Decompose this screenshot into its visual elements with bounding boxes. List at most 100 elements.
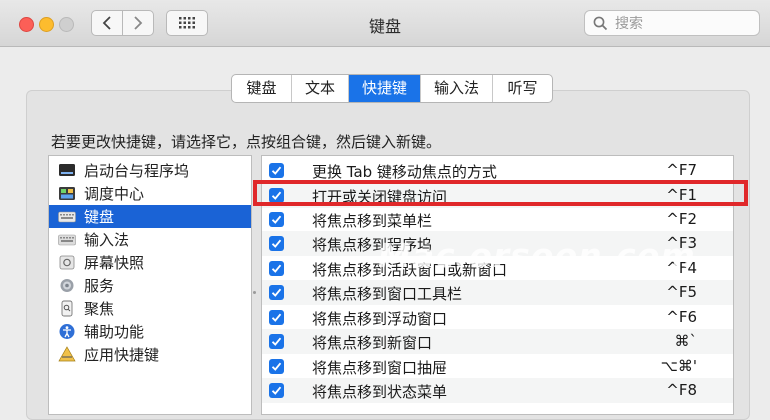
- category-keyboard[interactable]: 键盘: [49, 205, 251, 228]
- shortcut-label: 打开或关闭键盘访问: [312, 188, 448, 206]
- shortcut-key[interactable]: ⌘`: [675, 332, 698, 350]
- table-row[interactable]: 将焦点移到状态菜单 ^F8: [262, 378, 733, 403]
- shortcut-category-list[interactable]: 启动台与程序坞 调度中心 键盘 输入法 屏幕快照 服务 聚焦 辅助功能 应用快捷…: [48, 155, 252, 415]
- category-services[interactable]: 服务: [49, 274, 251, 297]
- checkmark-icon: [271, 288, 282, 297]
- category-label: 键盘: [84, 208, 115, 226]
- shortcut-key[interactable]: ^F3: [666, 234, 697, 252]
- shortcut-label: 将焦点移到菜单栏: [312, 212, 433, 230]
- tab-input-sources[interactable]: 输入法: [421, 75, 493, 102]
- checkmark-icon: [271, 239, 282, 248]
- shortcut-checkbox[interactable]: [269, 359, 284, 374]
- shortcut-label: 将焦点移到程序坞: [312, 236, 433, 254]
- instruction-text: 若要更改快捷键，请选择它，点按组合键，然后键入新键。: [51, 133, 442, 151]
- category-app-shortcuts[interactable]: 应用快捷键: [49, 343, 251, 366]
- checkmark-icon: [271, 215, 282, 224]
- shortcut-label: 将焦点移到状态菜单: [312, 383, 448, 401]
- keyboard-icon: [58, 211, 76, 223]
- shortcut-checkbox[interactable]: [269, 285, 284, 300]
- window-title: 键盘: [368, 17, 401, 36]
- shortcut-checkbox[interactable]: [269, 212, 284, 227]
- launchpad-dock-icon: [59, 164, 75, 176]
- category-mission-control[interactable]: 调度中心: [49, 182, 251, 205]
- forward-button[interactable]: [122, 10, 154, 36]
- shortcut-key[interactable]: ⌥⌘': [661, 357, 697, 375]
- input-sources-icon: [58, 234, 76, 246]
- show-all-button[interactable]: [166, 10, 208, 36]
- category-label: 辅助功能: [84, 323, 145, 341]
- tab-shortcuts[interactable]: 快捷键: [349, 75, 421, 102]
- app-shortcuts-icon: [58, 346, 76, 362]
- table-row[interactable]: 将焦点移到菜单栏 ^F2: [262, 207, 733, 232]
- table-row[interactable]: 将焦点移到窗口工具栏 ^F5: [262, 280, 733, 305]
- shortcut-checkbox[interactable]: [269, 383, 284, 398]
- search-input[interactable]: [613, 13, 757, 35]
- shortcut-label: 将焦点移到活跃窗口或新窗口: [312, 261, 508, 279]
- shortcut-list: 更换 Tab 键移动焦点的方式 ^F7 打开或关闭键盘访问 ^F1 将焦点移到菜…: [261, 155, 734, 415]
- chevron-left-icon: [102, 16, 111, 30]
- split-handle[interactable]: [253, 291, 256, 294]
- spotlight-icon: [61, 300, 73, 317]
- table-row[interactable]: 将焦点移到窗口抽屉 ⌥⌘': [262, 354, 733, 379]
- search-icon: [593, 16, 608, 31]
- category-label: 屏幕快照: [84, 254, 145, 272]
- checkmark-icon: [271, 337, 282, 346]
- table-row[interactable]: 将焦点移到程序坞 ^F3: [262, 231, 733, 256]
- category-label: 调度中心: [84, 185, 145, 203]
- shortcut-key[interactable]: ^F5: [666, 283, 697, 301]
- shortcut-checkbox[interactable]: [269, 310, 284, 325]
- category-label: 服务: [84, 277, 115, 295]
- shortcut-checkbox[interactable]: [269, 163, 284, 178]
- shortcut-label: 将焦点移到窗口工具栏: [312, 285, 463, 303]
- shortcut-checkbox[interactable]: [269, 236, 284, 251]
- table-row[interactable]: 更换 Tab 键移动焦点的方式 ^F7: [262, 158, 733, 183]
- shortcut-checkbox[interactable]: [269, 334, 284, 349]
- table-row[interactable]: 将焦点移到浮动窗口 ^F6: [262, 305, 733, 330]
- checkmark-icon: [271, 191, 282, 200]
- accessibility-icon: [59, 324, 75, 339]
- table-row[interactable]: 打开或关闭键盘访问 ^F1: [262, 183, 733, 208]
- category-input-sources[interactable]: 输入法: [49, 228, 251, 251]
- shortcut-checkbox[interactable]: [269, 261, 284, 276]
- shortcut-label: 将焦点移到窗口抽屉: [312, 359, 448, 377]
- shortcut-key[interactable]: ^F8: [666, 381, 697, 399]
- shortcut-label: 更换 Tab 键移动焦点的方式: [312, 163, 497, 181]
- category-label: 聚焦: [84, 300, 115, 318]
- shortcut-label: 将焦点移到浮动窗口: [312, 310, 448, 328]
- title-bar: 键盘: [0, 0, 770, 47]
- tab-keyboard[interactable]: 键盘: [232, 75, 292, 102]
- services-gear-icon: [60, 279, 74, 292]
- close-window-button[interactable]: [19, 17, 34, 32]
- category-launchpad-dock[interactable]: 启动台与程序坞: [49, 159, 251, 182]
- checkmark-icon: [271, 166, 282, 175]
- shortcut-key[interactable]: ^F6: [666, 308, 697, 326]
- category-screenshots[interactable]: 屏幕快照: [49, 251, 251, 274]
- shortcut-key[interactable]: ^F7: [666, 161, 697, 179]
- table-row[interactable]: 将焦点移到活跃窗口或新窗口 ^F4: [262, 256, 733, 281]
- shortcut-checkbox[interactable]: [269, 188, 284, 203]
- shortcut-label: 将焦点移到新窗口: [312, 334, 433, 352]
- search-field[interactable]: [584, 10, 760, 36]
- zoom-window-button[interactable]: [59, 17, 74, 32]
- category-label: 输入法: [84, 231, 130, 249]
- chevron-right-icon: [134, 16, 143, 30]
- tab-bar: 键盘 文本 快捷键 输入法 听写: [231, 74, 553, 103]
- checkmark-icon: [271, 386, 282, 395]
- tab-text[interactable]: 文本: [292, 75, 349, 102]
- category-spotlight[interactable]: 聚焦: [49, 297, 251, 320]
- tab-dictation[interactable]: 听写: [493, 75, 552, 102]
- shortcut-key[interactable]: ^F1: [666, 186, 697, 204]
- mission-control-icon: [59, 187, 75, 200]
- checkmark-icon: [271, 362, 282, 371]
- table-row[interactable]: 将焦点移到新窗口 ⌘`: [262, 329, 733, 354]
- checkmark-icon: [271, 313, 282, 322]
- shortcut-key[interactable]: ^F4: [666, 259, 697, 277]
- screenshot-icon: [59, 255, 75, 270]
- back-button[interactable]: [91, 10, 123, 36]
- shortcut-key[interactable]: ^F2: [666, 210, 697, 228]
- category-label: 启动台与程序坞: [84, 162, 190, 180]
- category-accessibility[interactable]: 辅助功能: [49, 320, 251, 343]
- grid-icon: [179, 17, 195, 29]
- minimize-window-button[interactable]: [39, 17, 54, 32]
- checkmark-icon: [271, 264, 282, 273]
